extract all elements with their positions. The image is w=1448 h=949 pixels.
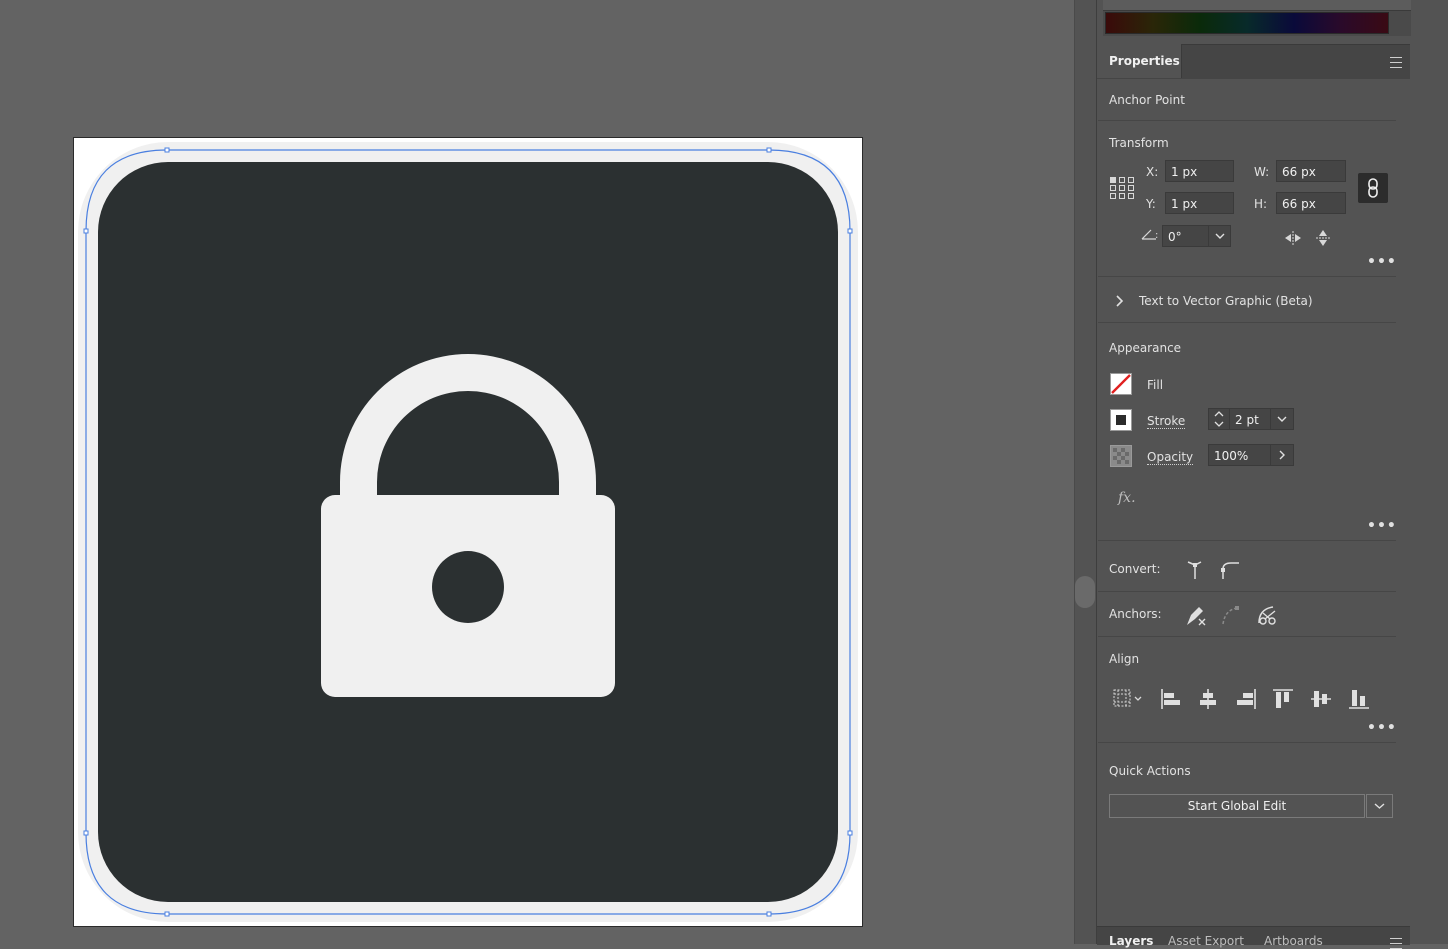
align-horizontal-center-icon[interactable] bbox=[1196, 687, 1220, 711]
tab-artboards[interactable]: Artboards bbox=[1264, 934, 1323, 948]
anchor-point[interactable] bbox=[847, 228, 853, 234]
stroke-label[interactable]: Stroke bbox=[1147, 414, 1186, 429]
chevron-right-icon[interactable] bbox=[1114, 294, 1126, 308]
height-input[interactable]: 66 px bbox=[1276, 192, 1346, 214]
tab-asset-export[interactable]: Asset Export bbox=[1168, 934, 1244, 948]
align-to-selection-icon[interactable] bbox=[1112, 687, 1146, 711]
chevron-down-icon bbox=[1277, 416, 1287, 422]
selection-type-label: Anchor Point bbox=[1109, 93, 1185, 107]
flip-horizontal-icon[interactable] bbox=[1284, 230, 1302, 246]
divider bbox=[1098, 540, 1396, 541]
remove-anchor-pen-icon[interactable] bbox=[1183, 603, 1207, 627]
align-left-icon[interactable] bbox=[1159, 687, 1183, 711]
align-bottom-icon[interactable] bbox=[1347, 687, 1371, 711]
artwork-canvas[interactable] bbox=[74, 138, 862, 926]
constrain-proportions-button[interactable] bbox=[1358, 173, 1388, 203]
chevron-down-icon bbox=[1215, 233, 1224, 239]
anchor-point[interactable] bbox=[164, 147, 170, 153]
color-panel-grip[interactable] bbox=[1103, 0, 1411, 11]
opacity-label[interactable]: Opacity bbox=[1147, 450, 1194, 465]
anchor-point[interactable] bbox=[83, 830, 89, 836]
tab-properties-label: Properties bbox=[1109, 54, 1180, 68]
width-input[interactable]: 66 px bbox=[1276, 160, 1346, 182]
rotate-angle-icon: : bbox=[1141, 229, 1158, 241]
anchor-point[interactable] bbox=[766, 911, 772, 917]
stepper-arrows-icon bbox=[1214, 411, 1224, 427]
chevron-right-icon bbox=[1279, 450, 1285, 460]
panel-menu-icon[interactable] bbox=[1390, 57, 1402, 68]
y-input[interactable]: 1 px bbox=[1165, 192, 1234, 214]
x-input[interactable]: 1 px bbox=[1165, 160, 1234, 182]
divider bbox=[1098, 742, 1396, 743]
flip-vertical-icon[interactable] bbox=[1315, 229, 1331, 247]
opacity-input[interactable]: 100% bbox=[1208, 444, 1271, 466]
scissors-anchor-icon[interactable] bbox=[1255, 603, 1279, 627]
cut-path-icon bbox=[1222, 606, 1239, 625]
convert-to-smooth-icon[interactable] bbox=[1219, 559, 1241, 581]
y-label: Y: bbox=[1146, 197, 1156, 211]
text-to-vector-label[interactable]: Text to Vector Graphic (Beta) bbox=[1139, 294, 1313, 308]
global-edit-options-dropdown[interactable] bbox=[1366, 794, 1393, 818]
opacity-checker-icon bbox=[1110, 445, 1132, 467]
panel-gutter bbox=[1074, 0, 1097, 944]
divider bbox=[1098, 276, 1396, 277]
h-label: H: bbox=[1254, 197, 1268, 211]
rotate-input[interactable]: 0° bbox=[1162, 225, 1209, 247]
color-spectrum[interactable] bbox=[1105, 12, 1389, 34]
panel-right-edge bbox=[1411, 0, 1448, 944]
tab-layers[interactable]: Layers bbox=[1109, 934, 1153, 948]
convert-label: Convert: bbox=[1109, 562, 1161, 576]
transform-heading: Transform bbox=[1109, 136, 1169, 150]
fx-effects-button[interactable]: fx. bbox=[1118, 490, 1136, 506]
anchor-point[interactable] bbox=[847, 830, 853, 836]
stroke-swatch-icon[interactable] bbox=[1110, 409, 1132, 431]
appearance-more-button[interactable]: ••• bbox=[1367, 518, 1397, 534]
lock-keyhole bbox=[432, 551, 504, 623]
reference-point-icon[interactable] bbox=[1109, 176, 1135, 200]
panel-collapse-handle[interactable] bbox=[1075, 576, 1095, 608]
start-global-edit-button[interactable]: Start Global Edit bbox=[1109, 794, 1365, 818]
anchor-point[interactable] bbox=[164, 911, 170, 917]
x-label: X: bbox=[1146, 165, 1159, 179]
w-label: W: bbox=[1254, 165, 1270, 179]
align-more-button[interactable]: ••• bbox=[1367, 720, 1397, 736]
fill-label: Fill bbox=[1147, 378, 1164, 392]
align-heading: Align bbox=[1109, 652, 1140, 666]
convert-to-corner-icon[interactable] bbox=[1185, 559, 1205, 581]
chevron-down-icon bbox=[1374, 803, 1385, 809]
stroke-stepper[interactable] bbox=[1208, 408, 1230, 430]
opacity-dropdown[interactable] bbox=[1270, 444, 1294, 466]
rotate-dropdown[interactable] bbox=[1208, 225, 1231, 247]
stroke-weight-dropdown[interactable] bbox=[1270, 408, 1294, 430]
anchors-label: Anchors: bbox=[1109, 607, 1162, 621]
link-icon bbox=[1368, 178, 1378, 198]
transform-more-button[interactable]: ••• bbox=[1367, 254, 1397, 270]
align-top-icon[interactable] bbox=[1271, 687, 1295, 711]
divider bbox=[1098, 591, 1396, 592]
anchor-point[interactable] bbox=[83, 228, 89, 234]
appearance-heading: Appearance bbox=[1109, 341, 1182, 355]
quick-actions-heading: Quick Actions bbox=[1109, 764, 1191, 778]
svg-text::: : bbox=[1155, 230, 1158, 241]
align-right-icon[interactable] bbox=[1234, 687, 1258, 711]
divider bbox=[1098, 120, 1396, 121]
anchor-point[interactable] bbox=[766, 147, 772, 153]
divider bbox=[1098, 636, 1396, 637]
align-vertical-center-icon[interactable] bbox=[1309, 687, 1333, 711]
artboard[interactable] bbox=[74, 138, 862, 926]
stroke-weight-input[interactable]: 2 pt bbox=[1229, 408, 1271, 430]
fill-none-swatch-icon[interactable] bbox=[1110, 373, 1132, 395]
divider bbox=[1098, 322, 1396, 323]
